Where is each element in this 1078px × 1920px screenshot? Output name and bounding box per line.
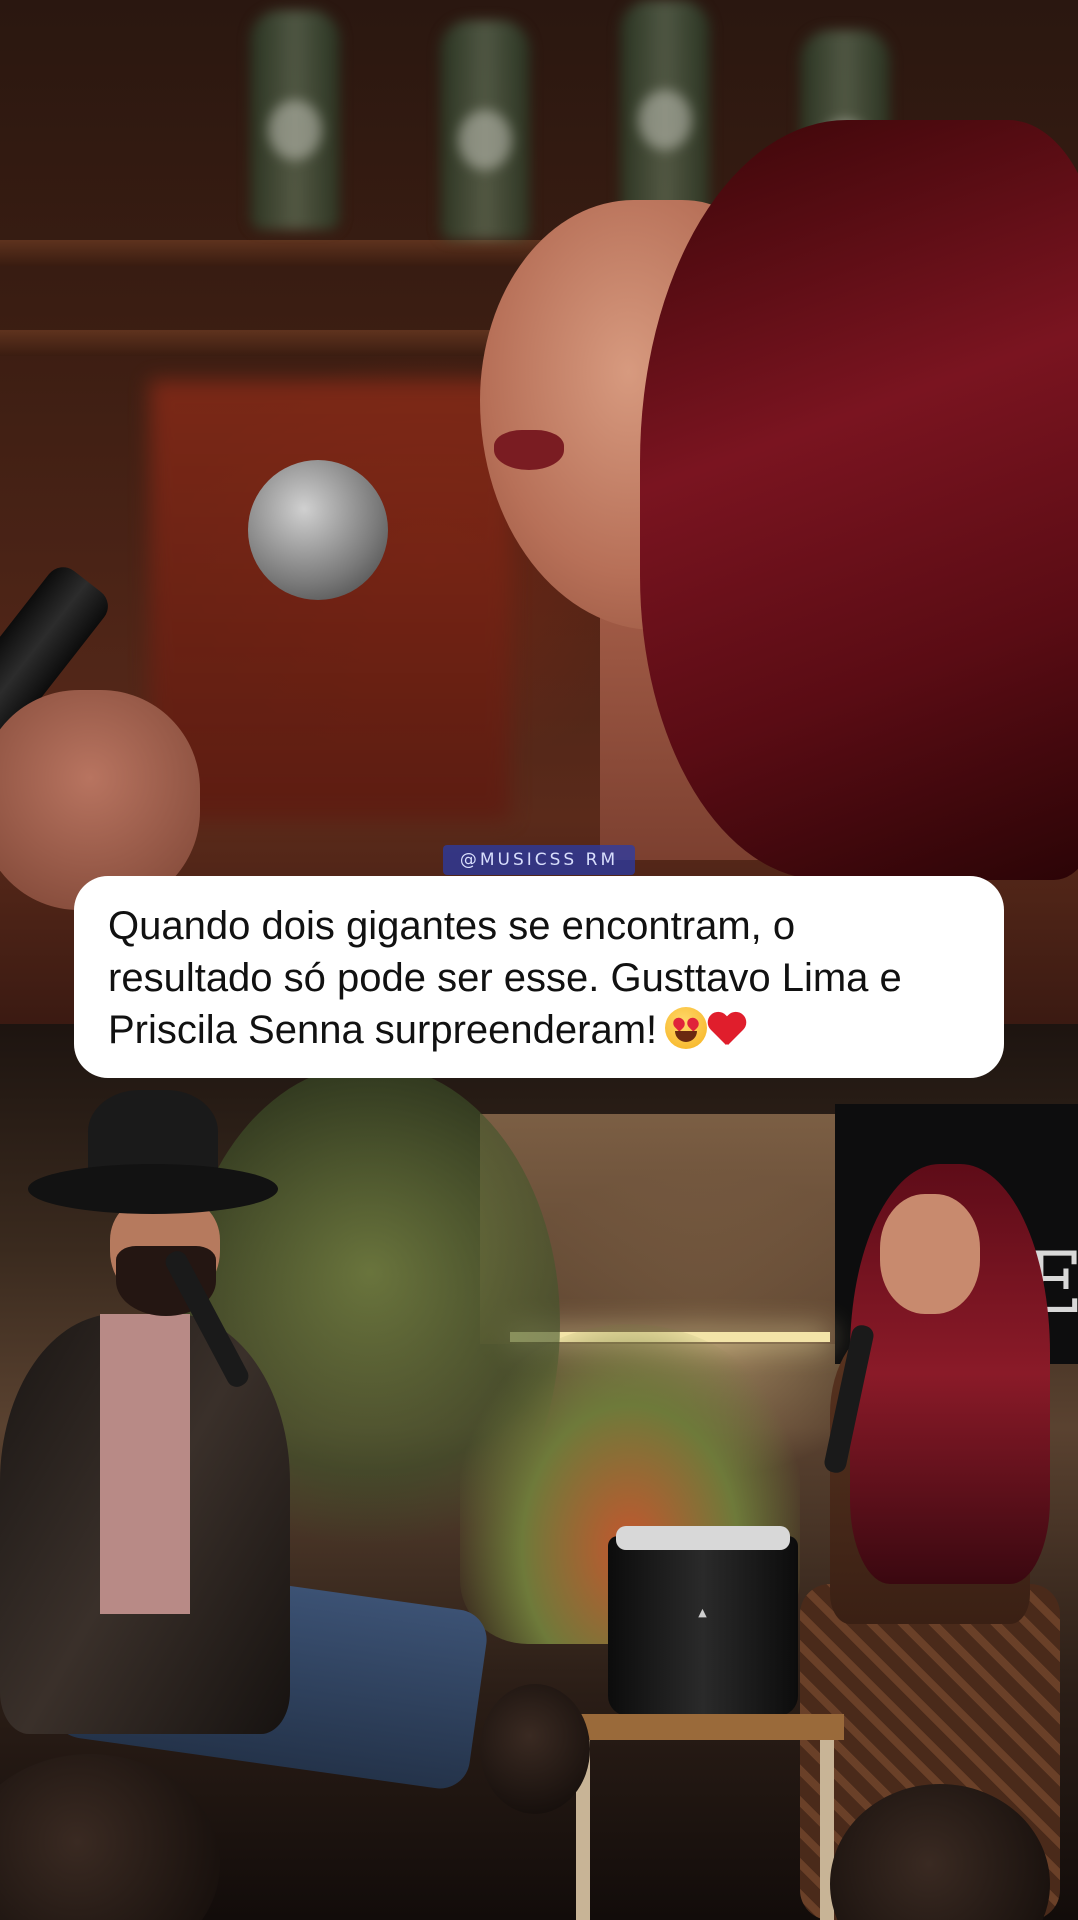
cowboy-hat-brim <box>28 1164 278 1214</box>
top-photo-singer-closeup: @MUSICSS RM <box>0 0 1078 1024</box>
man-shirt <box>100 1314 190 1614</box>
red-background-panel <box>150 380 510 820</box>
audience-head <box>0 1754 220 1920</box>
blurred-bottle <box>250 10 340 230</box>
blurred-bottle <box>620 0 710 220</box>
singer-hair <box>640 120 1078 880</box>
blurred-bottle <box>440 20 530 240</box>
ice-bucket: ▲ <box>608 1526 798 1716</box>
smiling-face-with-heart-eyes-icon <box>665 1007 708 1049</box>
microphone-icon <box>248 460 388 600</box>
watermark-label: @MUSICSS RM <box>443 845 635 875</box>
bottom-photo-duet: CE ▲ <box>0 1024 1078 1920</box>
side-table-top <box>566 1714 844 1740</box>
audience-head <box>480 1684 590 1814</box>
bucket-brand-icon: ▲ <box>698 1606 708 1619</box>
caption-body: Quando dois gigantes se encontram, o res… <box>108 904 902 1052</box>
red-heart-icon <box>707 1011 747 1049</box>
post-canvas: @MUSICSS RM CE ▲ Q <box>0 0 1078 1920</box>
caption-card: Quando dois gigantes se encontram, o res… <box>74 876 1004 1078</box>
singer-lips <box>494 430 564 470</box>
caption-text: Quando dois gigantes se encontram, o res… <box>108 900 970 1056</box>
woman-face <box>880 1194 980 1314</box>
ice-bottles <box>616 1526 790 1550</box>
